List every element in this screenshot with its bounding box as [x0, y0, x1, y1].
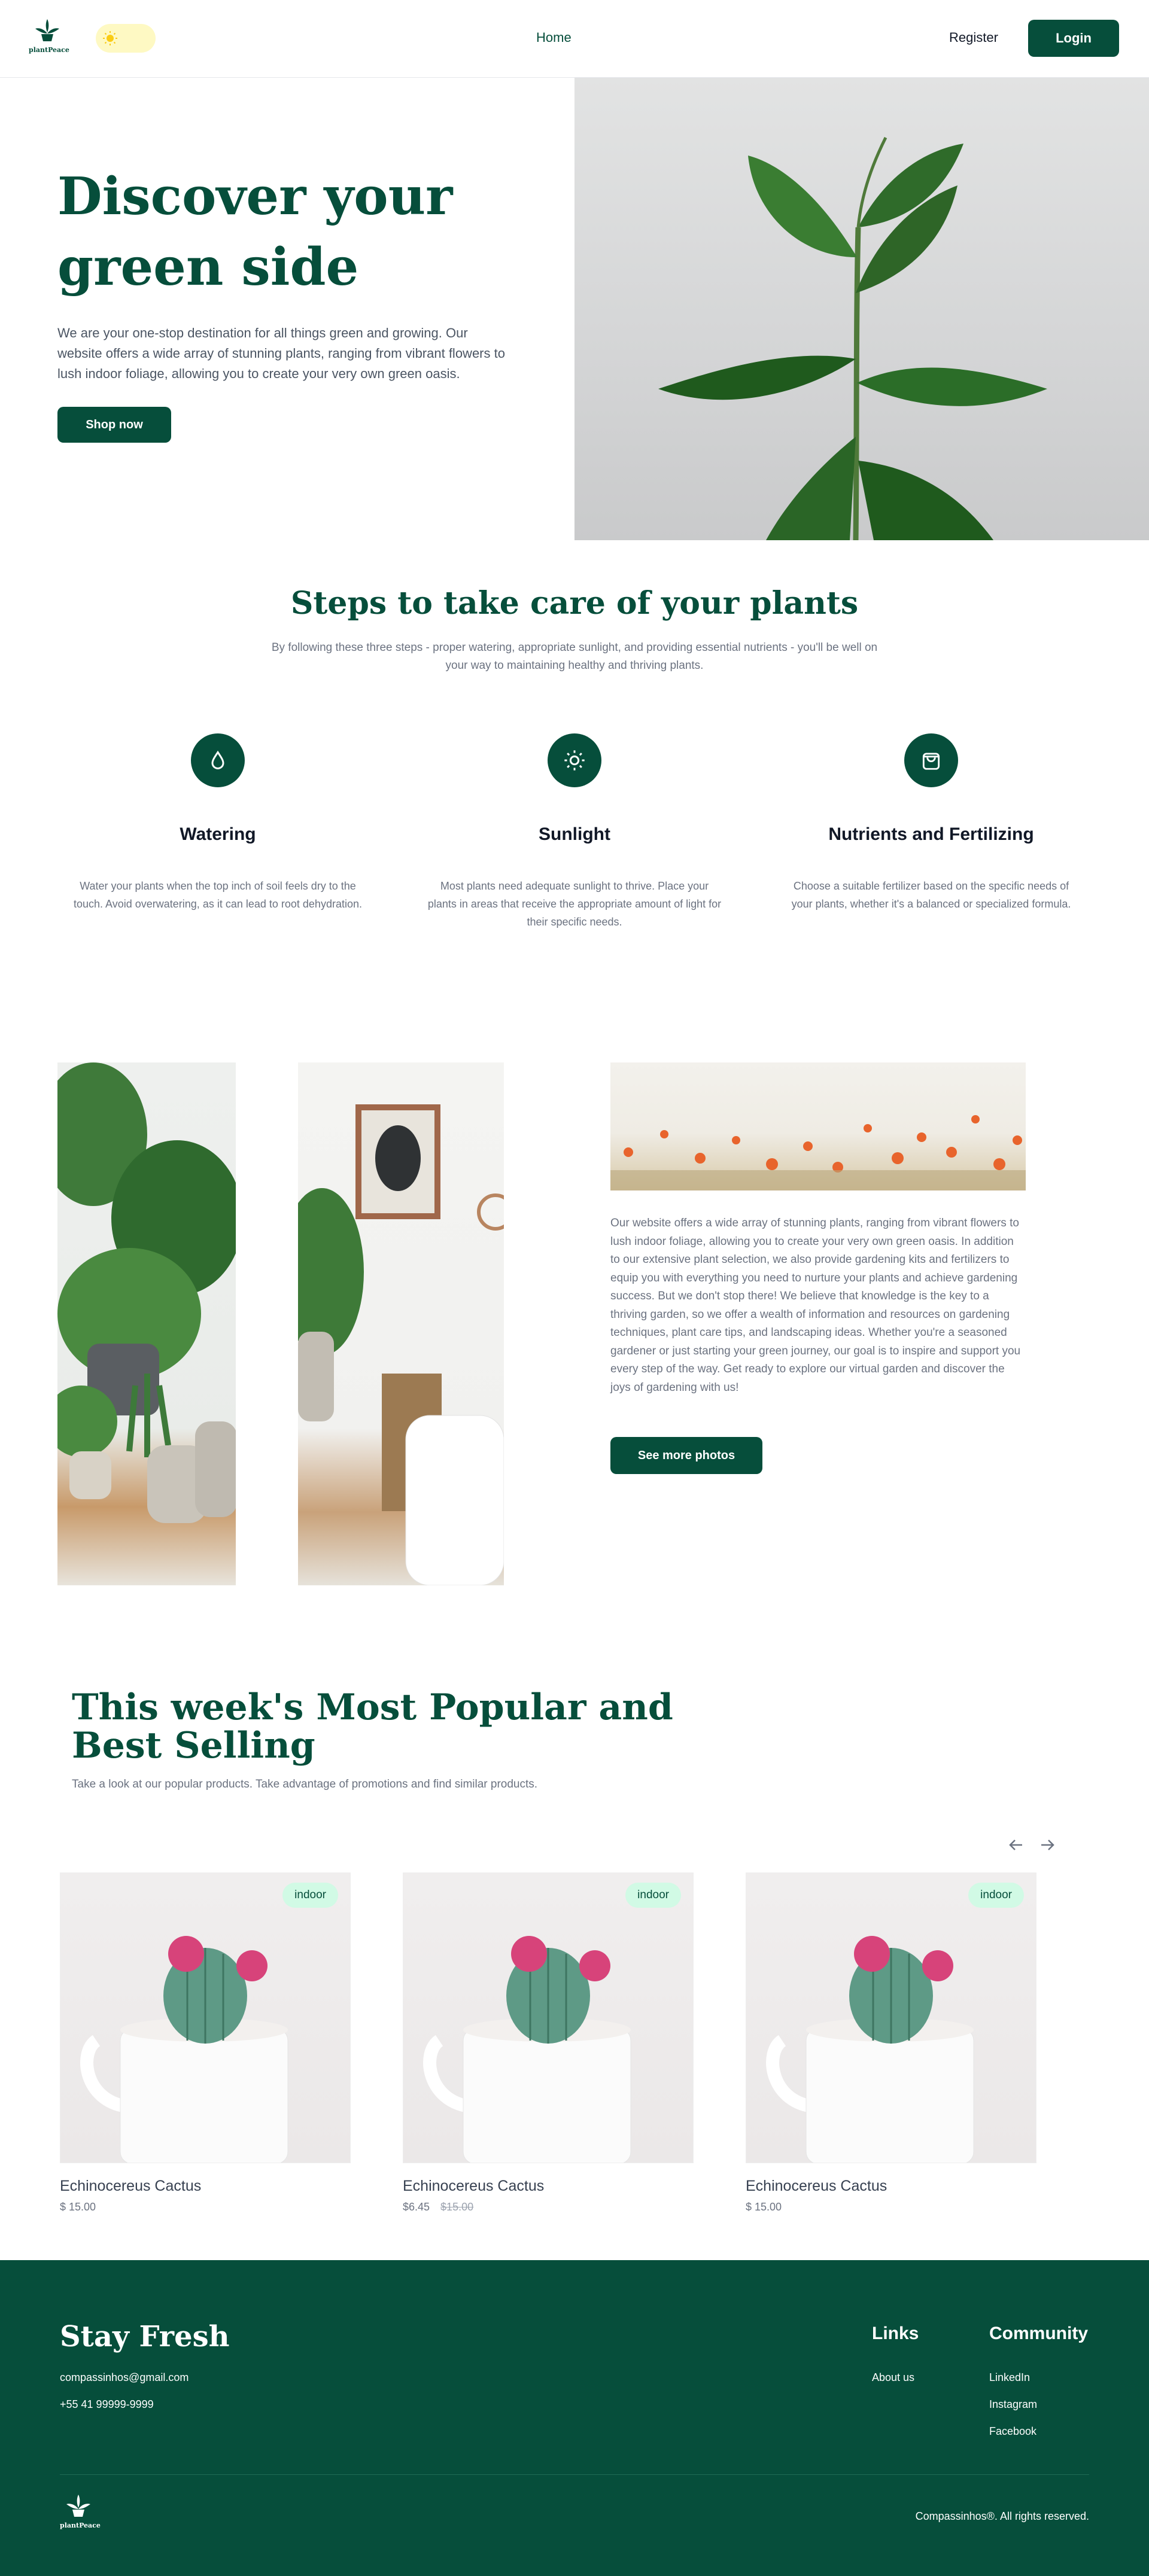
product-image: indoor	[60, 1872, 351, 2163]
popular-section-title: This week's Most Popular and Best Sellin…	[72, 1686, 673, 1767]
product-name: Echinocereus Cactus	[60, 2178, 202, 2194]
product-image: indoor	[403, 1872, 694, 2163]
footer-logo[interactable]: plantPeace	[60, 2493, 101, 2534]
shopping-bag-icon	[904, 733, 958, 787]
plant-logo-icon	[66, 2495, 90, 2517]
plant-logo-icon	[35, 19, 59, 41]
copyright-text: Compassinhos®. All rights reserved.	[915, 2510, 1089, 2522]
product-name: Echinocereus Cactus	[403, 2178, 545, 2194]
footer-logo-text: plantPeace	[60, 2522, 101, 2529]
hero-plant-image	[574, 78, 1149, 540]
gallery-image-poppies	[610, 1062, 1026, 1190]
category-badge: indoor	[625, 1883, 681, 1908]
arrow-right-icon[interactable]	[1038, 1835, 1057, 1855]
step-card-watering: Watering Water your plants when the top …	[50, 733, 385, 913]
see-more-photos-button[interactable]: See more photos	[610, 1437, 762, 1474]
login-button[interactable]: Login	[1028, 20, 1119, 57]
product-price: $ 15.00	[746, 2201, 1036, 2213]
register-link[interactable]: Register	[949, 30, 998, 45]
nav-home-link[interactable]: Home	[536, 30, 572, 45]
arrow-left-icon[interactable]	[1007, 1835, 1026, 1855]
category-badge: indoor	[282, 1883, 338, 1908]
step-title: Sunlight	[539, 824, 610, 844]
footer-community-title: Community	[989, 2324, 1088, 2343]
product-card[interactable]: indoor Echinocereus Cactus $ 15.00	[60, 1872, 351, 2213]
category-badge: indoor	[968, 1883, 1024, 1908]
product-image: indoor	[746, 1872, 1036, 2163]
step-text: Most plants need adequate sunlight to th…	[427, 880, 722, 928]
step-card-sunlight: Sunlight Most plants need adequate sunli…	[407, 733, 742, 931]
logo-text: plantPeace	[29, 46, 69, 54]
gallery-image-plants	[57, 1062, 236, 1585]
sun-toggle-icon	[103, 31, 117, 45]
original-price: $15.00	[440, 2201, 474, 2213]
hero-description: We are your one-stop destination for all…	[57, 325, 505, 381]
product-price: $ 15.00	[60, 2201, 351, 2213]
steps-section-subtitle: By following these three steps - proper …	[271, 641, 878, 672]
step-text: Water your plants when the top inch of s…	[74, 880, 362, 910]
current-price: $ 15.00	[60, 2201, 96, 2213]
site-footer: Stay Fresh compassinhos@gmail.com +55 41…	[0, 2260, 1149, 2576]
gallery-image-bathroom	[298, 1062, 504, 1585]
shop-now-button[interactable]: Shop now	[57, 407, 171, 443]
step-card-nutrients: Nutrients and Fertilizing Choose a suita…	[764, 733, 1099, 913]
site-header: plantPeace Home Register Login	[0, 0, 1149, 78]
footer-links-title: Links	[872, 2324, 919, 2343]
product-card[interactable]: indoor Echinocereus Cactus $ 15.00	[746, 1872, 1036, 2213]
step-text: Choose a suitable fertilizer based on th…	[791, 880, 1071, 910]
step-title: Nutrients and Fertilizing	[828, 824, 1034, 844]
rubber-plant-illustration	[658, 136, 1047, 540]
steps-section-title: Steps to take care of your plants	[290, 585, 859, 622]
logo[interactable]: plantPeace	[29, 18, 69, 59]
gallery-description: Our website offers a wide array of stunn…	[610, 1217, 1021, 1394]
current-price: $ 15.00	[746, 2201, 782, 2213]
footer-link-instagram[interactable]: Instagram	[989, 2398, 1037, 2411]
sun-icon	[548, 733, 601, 787]
footer-link-about-us[interactable]: About us	[872, 2371, 914, 2384]
footer-divider	[60, 2474, 1089, 2475]
theme-toggle[interactable]	[96, 24, 156, 53]
footer-link-facebook[interactable]: Facebook	[989, 2425, 1036, 2438]
popular-section-subtitle: Take a look at our popular products. Tak…	[72, 1778, 538, 1791]
product-name: Echinocereus Cactus	[746, 2178, 887, 2194]
footer-phone: +55 41 99999-9999	[60, 2398, 154, 2410]
product-card[interactable]: indoor Echinocereus Cactus $6.45 $15.00	[403, 1872, 694, 2213]
step-title: Watering	[180, 824, 256, 844]
sale-price: $6.45	[403, 2201, 430, 2213]
hero-title: Discover your green side	[57, 166, 453, 297]
footer-email-link[interactable]: compassinhos@gmail.com	[60, 2371, 189, 2384]
footer-title: Stay Fresh	[60, 2320, 230, 2353]
product-price: $6.45 $15.00	[403, 2201, 694, 2213]
water-drop-icon	[191, 733, 245, 787]
footer-link-linkedin[interactable]: LinkedIn	[989, 2371, 1030, 2384]
